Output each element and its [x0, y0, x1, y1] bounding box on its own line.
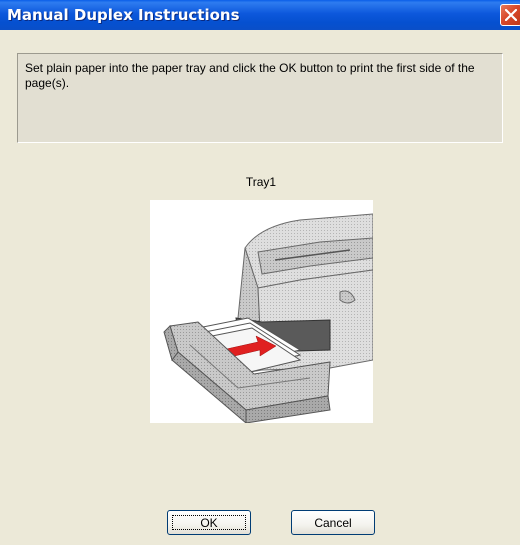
instruction-text: Set plain paper into the paper tray and …: [25, 61, 475, 90]
close-icon: [505, 9, 517, 21]
close-button[interactable]: [500, 4, 520, 26]
printer-tray-illustration: [150, 200, 374, 425]
window-title: Manual Duplex Instructions: [7, 6, 240, 24]
tray-label: Tray1: [245, 175, 277, 189]
printer-paper-tray-illustration: [163, 213, 374, 425]
title-bar[interactable]: Manual Duplex Instructions: [0, 0, 520, 30]
ok-button[interactable]: OK: [167, 510, 251, 535]
instruction-panel: Set plain paper into the paper tray and …: [17, 53, 503, 143]
cancel-button[interactable]: Cancel: [291, 510, 375, 535]
manual-duplex-dialog: Manual Duplex Instructions Set plain pap…: [0, 0, 520, 545]
ok-button-label: OK: [172, 515, 246, 530]
